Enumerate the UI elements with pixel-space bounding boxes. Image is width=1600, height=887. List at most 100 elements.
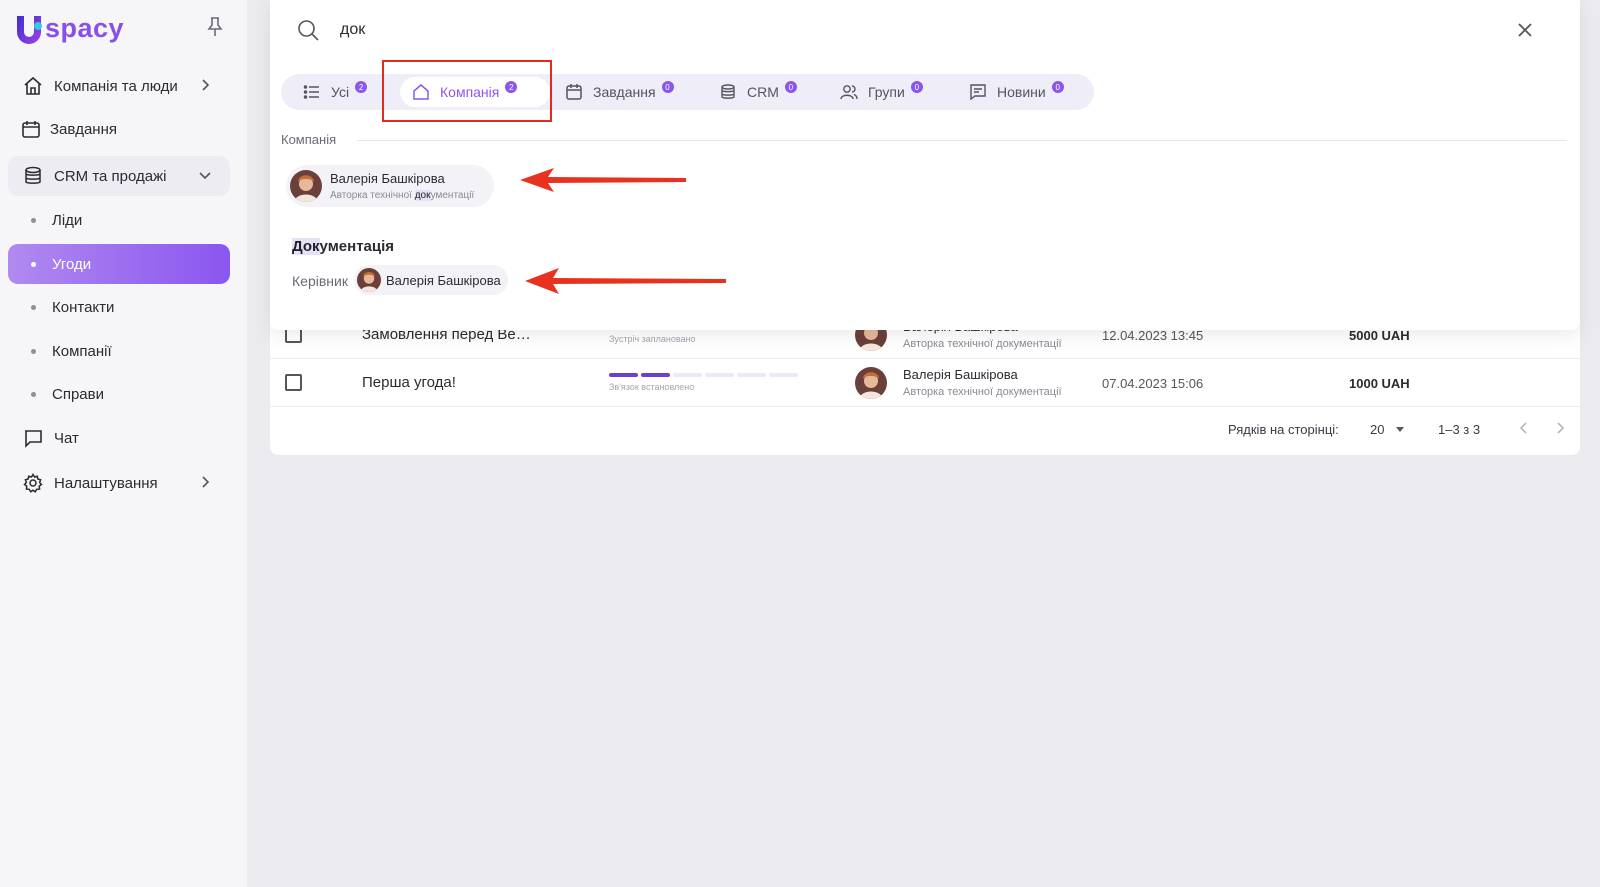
sidebar-item-label: Справи — [52, 385, 104, 403]
section-divider — [357, 140, 1567, 141]
list-icon — [303, 83, 321, 101]
sidebar-item-crm[interactable]: CRM та продажі — [8, 156, 230, 196]
progress-segment — [737, 373, 766, 377]
sidebar-item-label: Завдання — [50, 120, 117, 138]
results-section-label: Компанія — [281, 132, 337, 147]
tab-label: Групи — [868, 84, 905, 100]
tab-groups[interactable]: Групи 0 — [828, 77, 935, 107]
chevron-left-icon[interactable] — [1517, 421, 1531, 435]
avatar — [290, 170, 322, 202]
sidebar-item-label: Компанії — [52, 342, 112, 360]
document-result-title[interactable]: Документація — [292, 238, 394, 255]
search-match-highlight: док — [414, 190, 431, 201]
tab-all[interactable]: Усі 2 — [291, 77, 379, 107]
caret-down-icon[interactable] — [1396, 427, 1404, 432]
database-icon — [22, 165, 44, 187]
annotation-arrow-icon — [525, 268, 726, 294]
chevron-right-icon[interactable] — [1553, 421, 1567, 435]
deal-sum: 5000 UAH — [1349, 328, 1410, 343]
tab-count-badge: 0 — [1051, 81, 1064, 93]
sidebar: spacy Компанія та люди Завдання CRM та п… — [0, 0, 247, 887]
sidebar-item-label: Ліди — [52, 211, 83, 229]
avatar — [855, 367, 887, 399]
home-icon — [22, 75, 44, 97]
gear-icon — [22, 472, 44, 494]
person-result-chip[interactable]: Валерія Башкірова Авторка технічної доку… — [286, 165, 494, 207]
table-row[interactable]: Перша угода! Зв'язок встановлено Валерія… — [270, 359, 1580, 407]
app-logo[interactable]: spacy — [14, 12, 124, 46]
sidebar-item-label: Чат — [54, 429, 79, 447]
annotation-highlight-box — [382, 60, 552, 122]
sidebar-item-deals[interactable]: Угоди — [8, 244, 230, 284]
responsible-role: Авторка технічної документації — [903, 338, 1062, 350]
rows-per-page-select[interactable]: 20 — [1370, 422, 1384, 437]
bullet-icon — [31, 304, 36, 310]
stage-label: Зустріч заплановано — [609, 334, 696, 344]
page-range: 1–3 з 3 — [1438, 422, 1481, 437]
chevron-right-icon — [198, 78, 212, 92]
annotation-arrow-icon — [520, 168, 686, 192]
sidebar-item-label: CRM та продажі — [54, 167, 167, 185]
bullet-icon — [31, 348, 36, 354]
sidebar-item-companies[interactable]: Компанії — [8, 331, 230, 371]
tab-news[interactable]: Новини 0 — [957, 77, 1076, 107]
search-input[interactable] — [340, 18, 1440, 42]
progress-segment — [641, 373, 670, 377]
progress-segment — [769, 373, 798, 377]
sidebar-item-label: Контакти — [52, 298, 115, 316]
chevron-right-icon — [198, 475, 212, 489]
avatar — [357, 268, 381, 292]
sidebar-item-tasks[interactable]: Завдання — [8, 109, 230, 149]
progress-segment — [673, 373, 702, 377]
responsible-name: Валерія Башкірова — [903, 367, 1018, 382]
bullet-icon — [31, 217, 36, 223]
calendar-icon — [565, 83, 583, 101]
tab-tasks[interactable]: Завдання 0 — [553, 77, 686, 107]
tab-crm[interactable]: CRM 0 — [707, 77, 809, 107]
sidebar-item-company-people[interactable]: Компанія та люди — [8, 66, 230, 106]
chevron-down-icon — [198, 168, 212, 182]
search-match-highlight: Док — [292, 238, 320, 255]
tab-label: Усі — [331, 84, 350, 100]
bullet-icon — [31, 261, 36, 267]
deal-name[interactable]: Перша угода! — [362, 374, 456, 391]
deal-date: 12.04.2023 13:45 — [1102, 328, 1204, 343]
chat-icon — [22, 427, 44, 449]
sidebar-item-label: Угоди — [52, 255, 92, 273]
tab-label: Новини — [997, 84, 1046, 100]
deal-sum: 1000 UAH — [1349, 376, 1410, 391]
calendar-icon — [20, 118, 42, 140]
bullet-icon — [31, 391, 36, 397]
responsible-role: Авторка технічної документації — [903, 386, 1062, 398]
global-search-panel: Усі 2 Компанія 2 Завдання 0 CRM 0 Групи … — [270, 0, 1580, 330]
database-icon — [719, 83, 737, 101]
close-icon[interactable] — [1515, 20, 1535, 40]
row-checkbox[interactable] — [285, 374, 302, 391]
person-role: Авторка технічної документації — [330, 190, 475, 201]
tab-count-badge: 0 — [784, 81, 797, 93]
sidebar-item-contacts[interactable]: Контакти — [8, 287, 230, 327]
sidebar-item-activities[interactable]: Справи — [8, 374, 230, 414]
tab-label: Завдання — [593, 84, 656, 100]
rows-per-page-label: Рядків на сторінці: — [1228, 422, 1339, 437]
tab-count-badge: 2 — [355, 81, 368, 93]
tab-label: CRM — [747, 84, 779, 100]
sidebar-item-chat[interactable]: Чат — [8, 418, 230, 458]
sidebar-item-label: Компанія та люди — [54, 77, 178, 95]
progress-segment — [609, 373, 638, 377]
sidebar-item-settings[interactable]: Налаштування — [8, 463, 230, 503]
pin-icon[interactable] — [205, 16, 225, 38]
tab-count-badge: 0 — [910, 81, 923, 93]
stage-progress — [609, 373, 798, 377]
pagination: Рядків на сторінці: 20 1–3 з 3 — [270, 405, 1580, 455]
sidebar-item-leads[interactable]: Ліди — [8, 200, 230, 240]
logo-text: spacy — [45, 12, 125, 43]
sidebar-item-label: Налаштування — [54, 474, 158, 492]
manager-label: Керівник — [292, 273, 348, 289]
search-icon — [296, 18, 320, 42]
news-icon — [969, 83, 987, 101]
users-icon — [840, 83, 858, 101]
manager-chip[interactable]: Валерія Башкірова — [354, 265, 508, 295]
person-name: Валерія Башкірова — [330, 171, 445, 186]
progress-segment — [705, 373, 734, 377]
